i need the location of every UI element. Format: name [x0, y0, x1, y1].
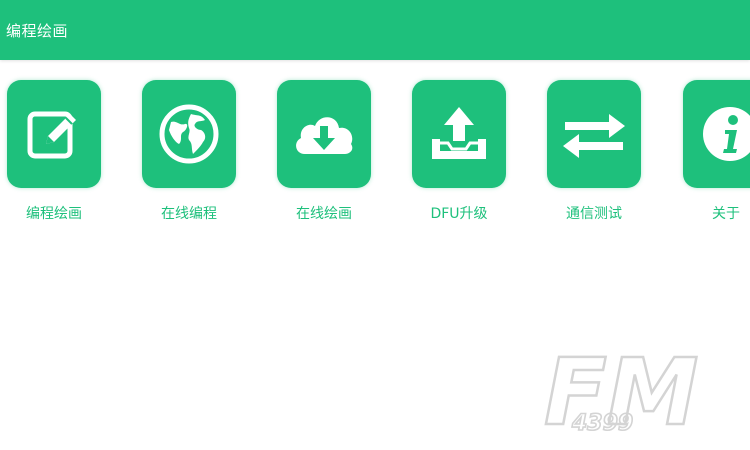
tile-communication-test-button[interactable] [547, 80, 641, 188]
tile-programming-drawing[interactable]: 编程绘画 [6, 80, 102, 223]
tile-communication-test[interactable]: 通信测试 [546, 80, 642, 223]
swap-arrows-icon [563, 114, 625, 158]
tile-label: 在线绘画 [296, 206, 352, 222]
watermark-number: 4399 [571, 411, 633, 436]
tile-programming-drawing-button[interactable] [7, 80, 101, 188]
watermark-logo: FM 4399 [543, 338, 700, 436]
tile-dfu-upgrade[interactable]: DFU升级 [411, 80, 507, 223]
tile-online-programming[interactable]: 在线编程 [141, 80, 237, 223]
tile-label: DFU升级 [430, 206, 488, 222]
tile-label: 通信测试 [566, 206, 622, 222]
tile-about-button[interactable] [683, 80, 750, 188]
edit-pencil-icon [27, 111, 76, 159]
tile-dfu-upgrade-button[interactable] [412, 80, 506, 188]
cloud-download-icon [296, 117, 353, 154]
tile-about[interactable]: 关于 [682, 80, 750, 223]
tile-online-drawing-button[interactable] [277, 80, 371, 188]
tile-label: 编程绘画 [26, 206, 82, 222]
tile-online-drawing[interactable]: 在线绘画 [276, 80, 372, 223]
tile-label: 在线编程 [161, 206, 217, 222]
tile-label: 关于 [712, 206, 740, 222]
globe-icon [159, 104, 219, 164]
tile-online-programming-button[interactable] [142, 80, 236, 188]
upload-tray-icon [432, 107, 486, 159]
info-icon [703, 107, 750, 161]
